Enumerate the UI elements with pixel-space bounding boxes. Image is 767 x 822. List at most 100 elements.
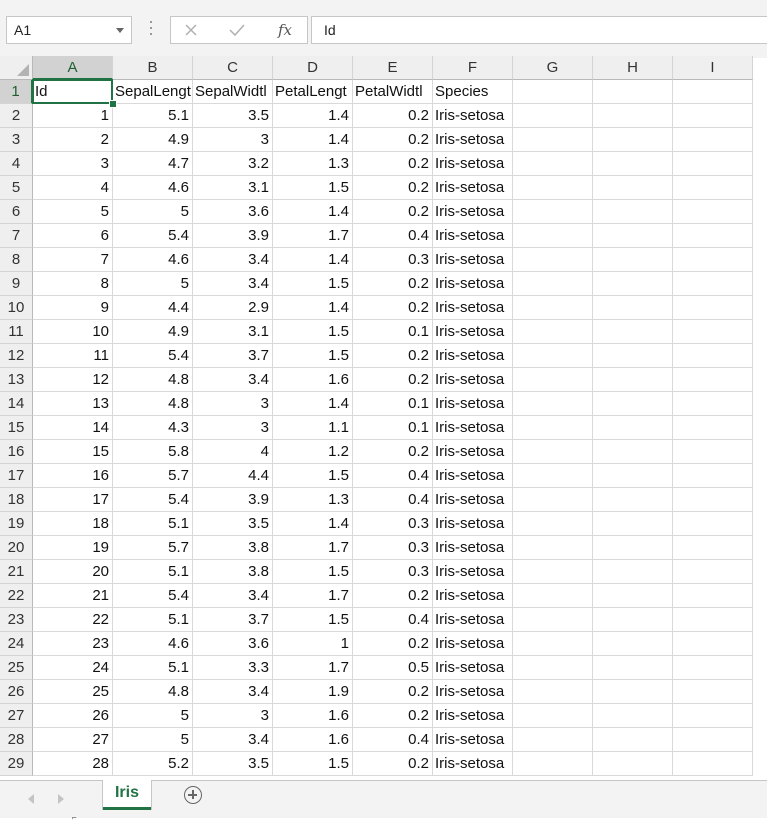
table-cell[interactable]: Iris-setosa (433, 704, 513, 728)
table-cell[interactable]: 3.9 (193, 224, 273, 248)
table-cell[interactable]: 0.2 (353, 440, 433, 464)
table-cell[interactable]: 16 (33, 464, 113, 488)
header-cell[interactable] (593, 80, 673, 104)
more-options-icon[interactable] (147, 21, 155, 39)
table-cell[interactable] (673, 728, 753, 752)
header-cell[interactable]: Id (33, 80, 113, 104)
column-header-f[interactable]: F (433, 56, 513, 80)
table-cell[interactable]: 0.2 (353, 176, 433, 200)
table-cell[interactable] (593, 368, 673, 392)
table-cell[interactable]: 1.5 (273, 272, 353, 296)
table-cell[interactable]: Iris-setosa (433, 392, 513, 416)
table-cell[interactable]: 0.2 (353, 272, 433, 296)
table-cell[interactable] (673, 536, 753, 560)
column-header-e[interactable]: E (353, 56, 433, 80)
table-cell[interactable]: 0.5 (353, 656, 433, 680)
table-cell[interactable] (593, 176, 673, 200)
table-cell[interactable] (673, 320, 753, 344)
table-cell[interactable] (673, 440, 753, 464)
table-cell[interactable]: 3.2 (193, 152, 273, 176)
table-cell[interactable] (593, 656, 673, 680)
table-cell[interactable] (593, 560, 673, 584)
table-cell[interactable]: 0.4 (353, 488, 433, 512)
table-cell[interactable] (673, 272, 753, 296)
table-cell[interactable]: 4.8 (113, 392, 193, 416)
header-cell[interactable]: Species (433, 80, 513, 104)
table-cell[interactable]: Iris-setosa (433, 320, 513, 344)
table-cell[interactable]: 4.4 (193, 464, 273, 488)
table-cell[interactable]: Iris-setosa (433, 584, 513, 608)
table-cell[interactable] (593, 416, 673, 440)
table-cell[interactable]: Iris-setosa (433, 344, 513, 368)
table-cell[interactable] (673, 344, 753, 368)
table-cell[interactable]: 5 (113, 704, 193, 728)
column-header-g[interactable]: G (513, 56, 593, 80)
table-cell[interactable]: 0.2 (353, 344, 433, 368)
table-cell[interactable]: 10 (33, 320, 113, 344)
table-cell[interactable] (513, 344, 593, 368)
table-cell[interactable]: 1.4 (273, 512, 353, 536)
row-header[interactable]: 11 (0, 320, 33, 344)
table-cell[interactable] (593, 440, 673, 464)
table-cell[interactable]: 1.1 (273, 416, 353, 440)
table-cell[interactable] (513, 296, 593, 320)
table-cell[interactable] (593, 536, 673, 560)
table-cell[interactable]: 1.7 (273, 224, 353, 248)
table-cell[interactable] (593, 272, 673, 296)
table-cell[interactable]: 0.4 (353, 728, 433, 752)
row-header[interactable]: 4 (0, 152, 33, 176)
table-cell[interactable]: Iris-setosa (433, 200, 513, 224)
table-cell[interactable]: 3.4 (193, 248, 273, 272)
table-cell[interactable] (673, 152, 753, 176)
table-cell[interactable] (513, 512, 593, 536)
table-cell[interactable] (593, 704, 673, 728)
table-cell[interactable] (593, 392, 673, 416)
table-cell[interactable] (513, 128, 593, 152)
table-cell[interactable]: 4.6 (113, 248, 193, 272)
table-cell[interactable] (673, 512, 753, 536)
table-cell[interactable]: Iris-setosa (433, 680, 513, 704)
table-cell[interactable]: 1.6 (273, 704, 353, 728)
table-cell[interactable]: 1.4 (273, 296, 353, 320)
table-cell[interactable]: 3.3 (193, 656, 273, 680)
row-header[interactable]: 26 (0, 680, 33, 704)
table-cell[interactable]: 0.2 (353, 632, 433, 656)
table-cell[interactable] (593, 464, 673, 488)
column-header-a[interactable]: A (33, 56, 113, 80)
table-cell[interactable] (593, 224, 673, 248)
table-cell[interactable]: 5.7 (113, 536, 193, 560)
table-cell[interactable]: 1.5 (273, 176, 353, 200)
table-cell[interactable]: 0.2 (353, 152, 433, 176)
row-header[interactable]: 8 (0, 248, 33, 272)
column-header-h[interactable]: H (593, 56, 673, 80)
header-cell[interactable] (673, 80, 753, 104)
row-header[interactable]: 24 (0, 632, 33, 656)
table-cell[interactable]: Iris-setosa (433, 656, 513, 680)
row-header[interactable]: 20 (0, 536, 33, 560)
table-cell[interactable]: Iris-setosa (433, 296, 513, 320)
table-cell[interactable]: Iris-setosa (433, 560, 513, 584)
formula-input[interactable]: Id (311, 16, 767, 44)
table-cell[interactable]: 1 (273, 632, 353, 656)
table-cell[interactable] (593, 296, 673, 320)
table-cell[interactable]: 0.2 (353, 200, 433, 224)
table-cell[interactable]: 1.3 (273, 488, 353, 512)
table-cell[interactable]: 3.8 (193, 536, 273, 560)
table-cell[interactable]: 3 (193, 704, 273, 728)
table-cell[interactable]: 5.7 (113, 464, 193, 488)
table-cell[interactable]: Iris-setosa (433, 128, 513, 152)
insert-function-button[interactable]: fx (267, 17, 303, 43)
row-header[interactable]: 9 (0, 272, 33, 296)
table-cell[interactable]: 3.7 (193, 608, 273, 632)
table-cell[interactable]: 3.7 (193, 344, 273, 368)
table-cell[interactable] (673, 416, 753, 440)
table-cell[interactable]: 7 (33, 248, 113, 272)
table-cell[interactable] (513, 704, 593, 728)
table-cell[interactable]: 1.4 (273, 248, 353, 272)
table-cell[interactable]: 1 (33, 104, 113, 128)
table-cell[interactable] (673, 704, 753, 728)
table-cell[interactable] (513, 584, 593, 608)
row-header[interactable]: 29 (0, 752, 33, 776)
table-cell[interactable] (673, 752, 753, 776)
table-cell[interactable]: Iris-setosa (433, 440, 513, 464)
